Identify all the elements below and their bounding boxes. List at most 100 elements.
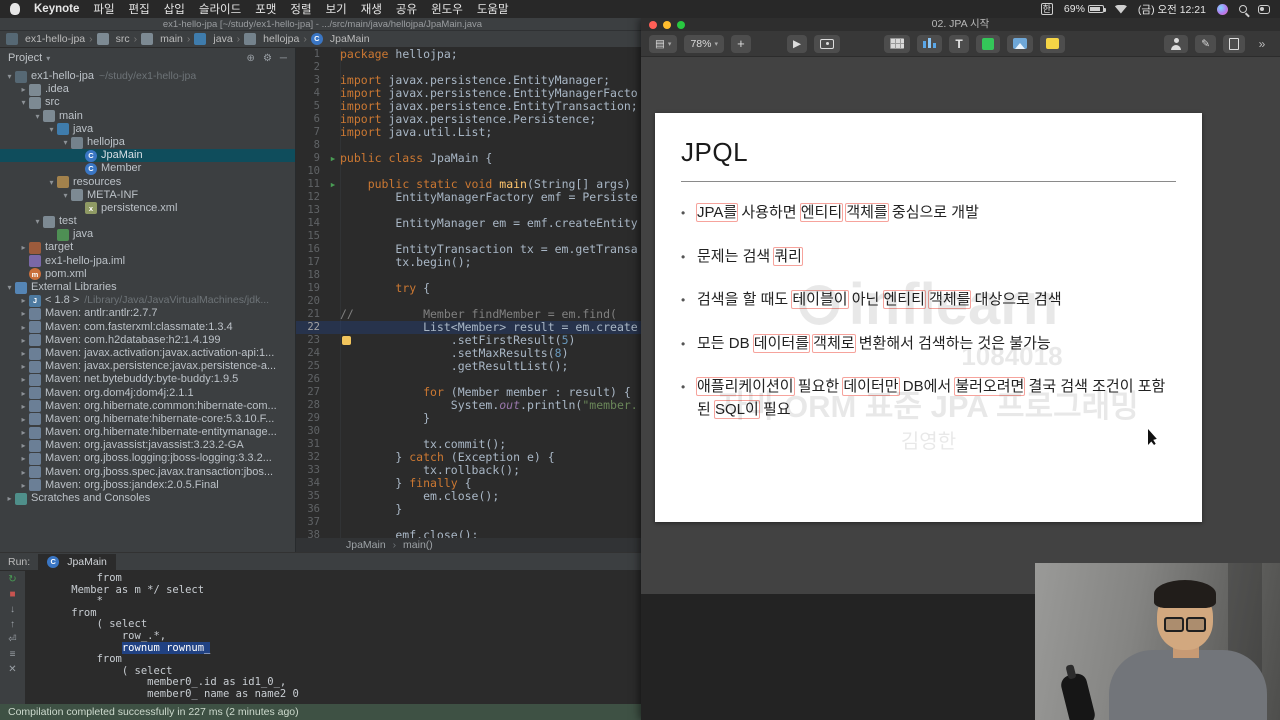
hide-panel-icon[interactable]: ─ — [280, 53, 287, 64]
chevron-right-icon[interactable]: ▸ — [18, 334, 29, 347]
chevron-right-icon[interactable]: ▸ — [18, 241, 29, 254]
code-line-23[interactable]: 23 .setFirstResult(5) — [296, 334, 645, 347]
gear-icon[interactable]: ⚙ — [263, 53, 272, 64]
chevron-right-icon[interactable]: ▸ — [18, 83, 29, 96]
code-line-9[interactable]: 9 ▶ public class JpaMain { — [296, 152, 645, 165]
tree-item-resources[interactable]: ▾ resources — [0, 176, 295, 189]
run-console-output[interactable]: from Member as m */ select * from ( sele… — [26, 571, 645, 704]
tree-item-maven-org-dom4j-dom4j-2-1-1[interactable]: ▸ Maven: org.dom4j:dom4j:2.1.1 — [0, 387, 295, 400]
tree-item-maven-org-hibernate-hibernate-entitymanage[interactable]: ▸ Maven: org.hibernate:hibernate-entityma… — [0, 426, 295, 439]
chevron-right-icon[interactable]: ▸ — [18, 452, 29, 465]
code-line-22[interactable]: 22 List<Member> result = em.create — [296, 321, 645, 334]
clear-icon[interactable]: ✕ — [8, 664, 16, 675]
battery-icon[interactable]: 69% — [1064, 3, 1106, 15]
tree-item-idea[interactable]: ▸ .idea — [0, 83, 295, 96]
chevron-down-icon[interactable]: ▾ — [46, 54, 50, 63]
soft-wrap-icon[interactable]: ⏎ — [8, 634, 16, 645]
breadcrumb-src[interactable]: src — [96, 33, 130, 45]
chevron-right-icon[interactable]: ▸ — [18, 426, 29, 439]
code-line-24[interactable]: 24 .setMaxResults(8) — [296, 347, 645, 360]
toolbar-comment-button[interactable] — [1040, 34, 1066, 53]
tree-item-persistence-xml[interactable]: x persistence.xml — [0, 202, 295, 215]
clock-icon[interactable]: (금) 오전 12:21 — [1138, 2, 1206, 17]
tree-item-maven-org-jboss-jandex-2-0-5-final[interactable]: ▸ Maven: org.jboss:jandex:2.0.5.Final — [0, 479, 295, 492]
tree-item-pom-xml[interactable]: m pom.xml — [0, 268, 295, 281]
toolbar-add-slide-button[interactable]: + — [730, 34, 751, 53]
tree-item-1-8[interactable]: ▸ J < 1.8 >/Library/Java/JavaVirtualMachin… — [0, 294, 295, 307]
chevron-down-icon[interactable]: ▾ — [18, 96, 29, 109]
menubar-item-1[interactable]: 파일 — [93, 1, 114, 17]
code-line-31[interactable]: 31 tx.commit(); — [296, 438, 645, 451]
code-line-33[interactable]: 33 tx.rollback(); — [296, 464, 645, 477]
tree-item-maven-org-jboss-logging-jboss-logging-3-3-2[interactable]: ▸ Maven: org.jboss.logging:jboss-logging:… — [0, 452, 295, 466]
code-line-10[interactable]: 10 — [296, 165, 645, 178]
code-line-17[interactable]: 17 tx.begin(); — [296, 256, 645, 269]
code-line-37[interactable]: 37 — [296, 516, 645, 529]
code-line-28[interactable]: 28 System.out.println("member. — [296, 399, 645, 412]
chevron-right-icon[interactable]: ▸ — [18, 347, 29, 360]
code-line-14[interactable]: 14 EntityManager em = emf.createEntity — [296, 217, 645, 230]
tree-item-main[interactable]: ▾ main — [0, 110, 295, 123]
tree-item-maven-org-hibernate-hibernate-core-5-3-10-f[interactable]: ▸ Maven: org.hibernate:hibernate-core:5.3… — [0, 413, 295, 426]
code-line-6[interactable]: 6 import javax.persistence.Persistence; — [296, 113, 645, 126]
toolbar-shape-button[interactable] — [976, 34, 1001, 53]
tree-item-jpamain[interactable]: C JpaMain — [0, 149, 295, 163]
menubar-item-7[interactable]: 보기 — [326, 1, 347, 17]
code-line-38[interactable]: 38 emf.close(); — [296, 529, 645, 538]
chevron-down-icon[interactable]: ▾ — [4, 70, 15, 83]
code-editor[interactable]: 1 package hellojpa; 2 3 import javax.persist… — [296, 48, 645, 538]
toolbar-chart-button[interactable] — [917, 34, 943, 53]
toolbar-table-button[interactable] — [884, 34, 911, 53]
chevron-right-icon[interactable]: ▸ — [18, 294, 29, 307]
code-line-34[interactable]: 34 } finally { — [296, 477, 645, 490]
menubar-item-3[interactable]: 삽입 — [164, 1, 185, 17]
code-line-29[interactable]: 29 } — [296, 412, 645, 425]
code-line-2[interactable]: 2 — [296, 61, 645, 74]
breadcrumb-class[interactable]: JpaMain — [346, 539, 386, 551]
tree-item-maven-antlr-antlr-2-7-7[interactable]: ▸ Maven: antlr:antlr:2.7.7 — [0, 307, 295, 320]
breadcrumb-main[interactable]: main — [141, 33, 183, 45]
menubar-item-5[interactable]: 포맷 — [255, 1, 276, 17]
tree-item-java[interactable]: ▾ java — [0, 123, 295, 136]
apple-menu-icon[interactable] — [10, 3, 20, 15]
code-line-4[interactable]: 4 import javax.persistence.EntityManagerF… — [296, 87, 645, 100]
close-window-button[interactable] — [649, 20, 657, 29]
intention-bulb-icon[interactable] — [342, 336, 351, 345]
code-line-25[interactable]: 25 .getResultList(); — [296, 360, 645, 373]
chevron-down-icon[interactable]: ▾ — [46, 123, 57, 136]
tree-item-external-libraries[interactable]: ▾ External Libraries — [0, 281, 295, 294]
code-line-19[interactable]: 19 try { — [296, 282, 645, 295]
toolbar-format-button[interactable]: ✎ — [1195, 34, 1216, 53]
menubar-item-6[interactable]: 정렬 — [290, 1, 311, 17]
code-line-18[interactable]: 18 — [296, 269, 645, 282]
chevron-right-icon[interactable]: ▸ — [18, 360, 29, 373]
tree-item-maven-org-hibernate-common-hibernate-com[interactable]: ▸ Maven: org.hibernate.common:hibernate-c… — [0, 400, 295, 413]
run-tab-jpamain[interactable]: C JpaMain — [38, 553, 116, 570]
chevron-right-icon[interactable]: ▸ — [18, 400, 29, 413]
rerun-icon[interactable]: ↻ — [8, 574, 16, 585]
scroll-up-icon[interactable]: ↑ — [10, 619, 15, 630]
toolbar-document-button[interactable] — [1223, 34, 1245, 53]
code-line-7[interactable]: 7 import java.util.List; — [296, 126, 645, 139]
tree-item-maven-org-jboss-spec-javax-transaction-jbos[interactable]: ▸ Maven: org.jboss.spec.javax.transaction… — [0, 466, 295, 479]
tree-item-hellojpa[interactable]: ▾ hellojpa — [0, 136, 295, 149]
menubar-item-8[interactable]: 재생 — [361, 1, 382, 17]
code-line-8[interactable]: 8 — [296, 139, 645, 152]
chevron-right-icon[interactable]: ▸ — [4, 492, 15, 505]
chevron-right-icon[interactable]: ▸ — [18, 373, 29, 386]
run-arrow-icon[interactable]: ▶ — [326, 178, 340, 191]
chevron-right-icon[interactable]: ▸ — [18, 439, 29, 452]
toolbar-play-button[interactable]: ▶ — [786, 34, 808, 53]
code-line-20[interactable]: 20 — [296, 295, 645, 308]
code-line-35[interactable]: 35 em.close(); — [296, 490, 645, 503]
wifi-icon[interactable] — [1114, 4, 1127, 14]
spotlight-icon[interactable] — [1239, 5, 1247, 13]
breadcrumb-method[interactable]: main() — [403, 539, 433, 551]
code-line-27[interactable]: 27 for (Member member : result) { — [296, 386, 645, 399]
slide-title[interactable]: JPQL — [681, 137, 1176, 168]
breadcrumb-ex1-hello-jpa[interactable]: ex1-hello-jpa — [6, 33, 85, 45]
stop-icon[interactable]: ■ — [9, 589, 15, 600]
input-korean-icon[interactable]: 한 — [1040, 3, 1053, 15]
tree-item-meta-inf[interactable]: ▾ META-INF — [0, 189, 295, 202]
code-line-30[interactable]: 30 — [296, 425, 645, 438]
